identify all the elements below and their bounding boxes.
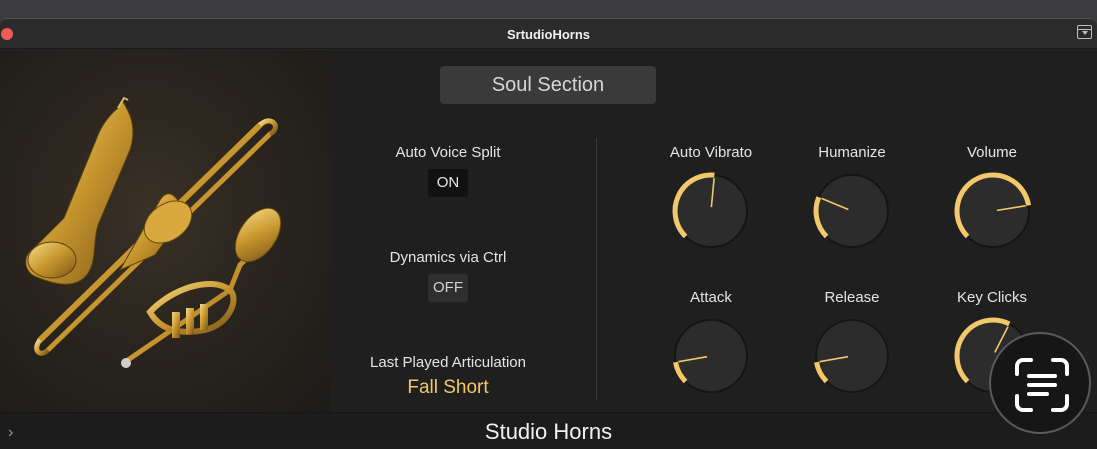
- volume-label: Volume: [966, 144, 1018, 161]
- preset-selector[interactable]: Soul Section: [440, 66, 656, 104]
- text-scan-button[interactable]: [989, 332, 1091, 434]
- humanize-label: Humanize: [818, 144, 886, 161]
- text-scan-icon: [1015, 358, 1069, 412]
- humanize-knob[interactable]: [807, 166, 897, 256]
- top-strip: [0, 0, 1097, 20]
- knob-body: [815, 319, 889, 393]
- footer-bar: › Studio Horns: [0, 412, 1097, 449]
- footer-title: Studio Horns: [484, 419, 613, 444]
- divider: [596, 138, 597, 400]
- last-played-articulation-label: Last Played Articulation: [370, 354, 526, 371]
- plugin-window: SrtudioHorns Soul Section Auto Voice Spl…: [0, 18, 1097, 449]
- main-panel: Soul Section Auto Voice Split ON Dynamic…: [0, 50, 1097, 412]
- last-played-articulation-value: Fall Short: [407, 377, 489, 398]
- horns-image: [0, 50, 330, 412]
- download-icon[interactable]: [1077, 25, 1092, 39]
- auto-voice-split-toggle[interactable]: ON: [428, 169, 468, 197]
- dynamics-via-ctrl-toggle[interactable]: OFF: [428, 274, 468, 302]
- auto-vibrato-knob[interactable]: [666, 166, 756, 256]
- window-title: SrtudioHorns: [506, 27, 591, 42]
- attack-knob[interactable]: [666, 311, 756, 401]
- key-clicks-label: Key Clicks: [956, 289, 1027, 306]
- auto-vibrato-label: Auto Vibrato: [669, 144, 753, 161]
- dynamics-via-ctrl-label: Dynamics via Ctrl: [389, 249, 507, 266]
- release-knob[interactable]: [807, 311, 897, 401]
- release-label: Release: [824, 289, 880, 306]
- knob-body: [674, 319, 748, 393]
- title-bar: SrtudioHorns: [0, 19, 1097, 49]
- attack-label: Attack: [690, 289, 732, 306]
- auto-voice-split-label: Auto Voice Split: [395, 144, 501, 161]
- volume-knob[interactable]: [948, 166, 1038, 256]
